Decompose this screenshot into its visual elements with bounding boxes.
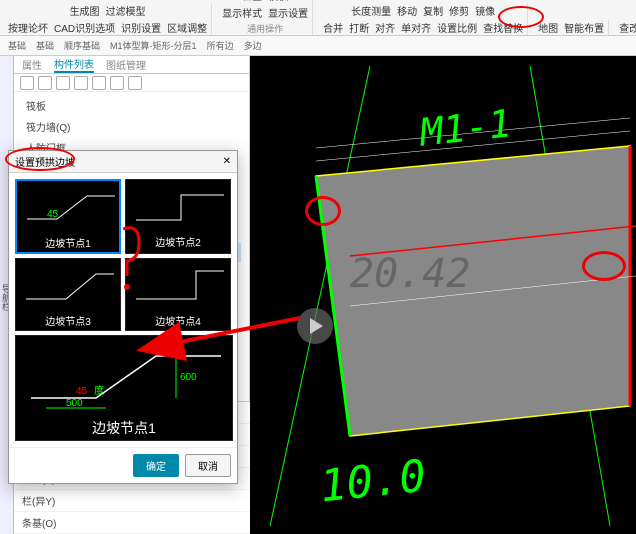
thumb-big-label: 边坡节点1 bbox=[92, 416, 156, 440]
rbtn-verify[interactable]: 校核 bbox=[268, 0, 288, 3]
deg-value: 45 bbox=[76, 386, 88, 397]
rbtn-style[interactable]: 显示样式 bbox=[222, 5, 262, 20]
dim-2042: 20.42 bbox=[350, 251, 470, 297]
thumb-big[interactable]: 45 度 500 600 边坡节点1 bbox=[15, 335, 233, 441]
rbtn-ident[interactable]: 识别设置 bbox=[121, 20, 161, 35]
rbtn-copy[interactable]: 复制 bbox=[423, 3, 443, 18]
rbtn-elev[interactable]: 查改标高 bbox=[619, 20, 636, 35]
svg-text:度: 度 bbox=[94, 384, 104, 397]
context-bar: 基础 基础 顺序基础 M1体型算-矩形-分层1 所有边 多边 bbox=[0, 36, 636, 56]
tbicon-7[interactable] bbox=[128, 76, 142, 90]
bt-5[interactable]: 条基(O) bbox=[14, 512, 250, 534]
rbtn-salign[interactable]: 单对齐 bbox=[401, 20, 431, 35]
close-icon[interactable]: ✕ bbox=[223, 156, 231, 167]
tbicon-2[interactable] bbox=[38, 76, 52, 90]
drawing-canvas[interactable]: M1-1 20.42 10.0 bbox=[250, 56, 636, 534]
panel-tabs: 属性 构件列表 图纸管理 bbox=[14, 56, 249, 74]
thumb-4-label: 边坡节点4 bbox=[155, 311, 201, 330]
rbtn-measure[interactable]: 长度测量 bbox=[351, 3, 391, 18]
svg-text:500: 500 bbox=[66, 398, 83, 409]
tbicon-1[interactable] bbox=[20, 76, 34, 90]
rbtn-move[interactable]: 移动 bbox=[397, 3, 417, 18]
thumb-3-label: 边坡节点3 bbox=[45, 311, 91, 330]
rbtn-dset[interactable]: 显示设置 bbox=[268, 5, 308, 20]
rbtn-filter[interactable]: 过滤模型 bbox=[106, 3, 146, 18]
ok-button[interactable]: 确定 bbox=[133, 454, 179, 477]
rbtn-check[interactable]: 检查 bbox=[242, 0, 262, 3]
thumb-3[interactable]: 边坡节点3 bbox=[15, 258, 121, 331]
ctx-3[interactable]: 顺序基础 bbox=[64, 39, 100, 52]
svg-text:45: 45 bbox=[47, 209, 59, 220]
thumb-1-label: 边坡节点1 bbox=[45, 233, 91, 252]
tab-draw[interactable]: 图纸管理 bbox=[106, 57, 146, 72]
ctx-5[interactable]: 所有边 bbox=[207, 39, 234, 52]
rbtn-smart[interactable]: 智能布置 bbox=[564, 20, 604, 35]
rbtn-scale[interactable]: 设置比例 bbox=[437, 20, 477, 35]
rbtn-base[interactable]: 生成图 bbox=[70, 3, 100, 18]
tbicon-4[interactable] bbox=[74, 76, 88, 90]
slope-dialog: 设置预拱边坡 ✕ 45 边坡节点1 边坡节点2 边坡节点3 边坡节点4 45 度… bbox=[8, 150, 238, 484]
cancel-button[interactable]: 取消 bbox=[185, 454, 231, 477]
rbtn-align[interactable]: 对齐 bbox=[375, 20, 395, 35]
rbtn-merge[interactable]: 合并 bbox=[323, 20, 343, 35]
bt-4[interactable]: 栏(异Y) bbox=[14, 490, 250, 512]
rbtn-theory[interactable]: 按理论坏 bbox=[8, 20, 48, 35]
ctx-6[interactable]: 多边 bbox=[244, 39, 262, 52]
rbtn-region[interactable]: 区域调整 bbox=[167, 20, 207, 35]
thumb-2[interactable]: 边坡节点2 bbox=[125, 179, 231, 254]
tbicon-5[interactable] bbox=[92, 76, 106, 90]
thumb-4[interactable]: 边坡节点4 bbox=[125, 258, 231, 331]
panel-toolbar bbox=[14, 74, 249, 92]
ctx-1[interactable]: 基础 bbox=[8, 39, 26, 52]
tab-attr[interactable]: 属性 bbox=[22, 57, 42, 72]
tab-list[interactable]: 构件列表 bbox=[54, 56, 94, 73]
rbtn-break[interactable]: 打断 bbox=[349, 20, 369, 35]
tbicon-3[interactable] bbox=[56, 76, 70, 90]
grp-common: 通用操作 bbox=[247, 22, 283, 35]
ctx-2[interactable]: 基础 bbox=[36, 39, 54, 52]
rbtn-cad[interactable]: CAD识别选项 bbox=[54, 20, 115, 35]
ribbon: 生成图 过滤模型 按理论坏 CAD识别选项 识别设置 区域调整 检查 校核 显示… bbox=[0, 0, 636, 36]
rbtn-trim[interactable]: 修剪 bbox=[449, 3, 469, 18]
rbtn-mirror[interactable]: 镜像 bbox=[475, 3, 495, 18]
dlg-title: 设置预拱边坡 bbox=[15, 154, 75, 169]
rbtn-find[interactable]: 查找替换 bbox=[483, 20, 523, 35]
tbicon-6[interactable] bbox=[110, 76, 124, 90]
tree-raft[interactable]: 筏板 bbox=[22, 96, 76, 115]
thumb-1[interactable]: 45 边坡节点1 bbox=[15, 179, 121, 254]
rbtn-map[interactable]: 地图 bbox=[538, 20, 558, 35]
ctx-4[interactable]: M1体型算-矩形-分层1 bbox=[110, 39, 197, 52]
thumb-2-label: 边坡节点2 bbox=[155, 232, 201, 251]
svg-text:600: 600 bbox=[180, 372, 197, 383]
tree-wall1[interactable]: 筏力墙(Q) bbox=[22, 117, 76, 136]
